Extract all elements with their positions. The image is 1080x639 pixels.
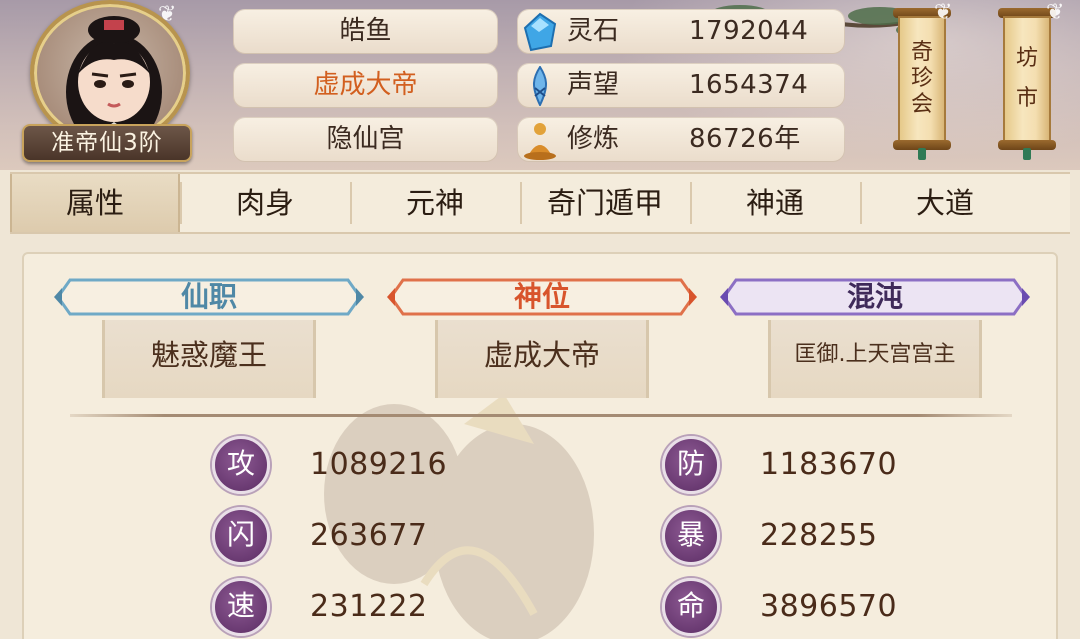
tassel-icon bbox=[1023, 148, 1031, 160]
scroll-char: 奇 bbox=[910, 40, 933, 65]
stat-defense-icon: 防 bbox=[662, 436, 720, 494]
scroll-char: 坊 bbox=[1015, 46, 1038, 71]
rank-value: 魅惑魔王 bbox=[102, 320, 316, 398]
tab-attributes[interactable]: 属性 bbox=[10, 174, 180, 232]
market-button[interactable]: 坊 市 bbox=[998, 8, 1056, 160]
player-name: 皓鱼 bbox=[233, 9, 498, 54]
rank-heading-label: 仙职 bbox=[180, 280, 237, 313]
attributes-panel: 仙职 魅惑魔王 神位 虚成大帝 混沌 匡御.上天宫宫主 攻 1089216 防 … bbox=[22, 252, 1058, 639]
cultivation-icon bbox=[524, 123, 556, 160]
cultivation-rank-badge: 准帝仙3阶 bbox=[22, 124, 192, 162]
stat-value: 1089216 bbox=[310, 447, 448, 482]
rank-card-divine-seat: 神位 虚成大帝 bbox=[387, 270, 697, 402]
rank-heading-label: 神位 bbox=[513, 280, 570, 313]
attribute-tab-bar: 属性 肉身 元神 奇门遁甲 神通 大道 bbox=[10, 172, 1070, 234]
spirit-stone-icon bbox=[523, 12, 557, 52]
market-label: 坊 市 bbox=[1003, 16, 1051, 142]
player-title: 虚成大帝 bbox=[233, 63, 498, 108]
resource-label: 修炼 bbox=[567, 124, 620, 154]
stat-value: 228255 bbox=[760, 518, 878, 553]
butterfly-icon: ❦ bbox=[934, 0, 953, 25]
scroll-char: 会 bbox=[910, 92, 933, 117]
resource-prestige: 声望 1654374 bbox=[517, 63, 845, 108]
rank-heading: 仙职 bbox=[54, 270, 364, 324]
stat-attack-icon: 攻 bbox=[212, 436, 270, 494]
resource-cultivation: 修炼 86726年 bbox=[517, 117, 845, 162]
rank-card-chaos: 混沌 匡御.上天宫宫主 bbox=[720, 270, 1030, 402]
rank-heading: 混沌 bbox=[720, 270, 1030, 324]
rank-heading: 神位 bbox=[387, 270, 697, 324]
stat-health-icon: 命 bbox=[662, 578, 720, 636]
rank-value: 匡御.上天宫宫主 bbox=[768, 320, 982, 398]
resource-list: 灵石 1792044 声望 1654374 修炼 86726年 bbox=[517, 9, 845, 170]
stat-critical-icon: 暴 bbox=[662, 507, 720, 565]
tab-divine-powers[interactable]: 神通 bbox=[690, 174, 860, 232]
resource-label: 声望 bbox=[567, 70, 620, 100]
resource-label: 灵石 bbox=[567, 16, 620, 46]
stat-value: 231222 bbox=[310, 589, 428, 624]
stat-value: 263677 bbox=[310, 518, 428, 553]
tab-body[interactable]: 肉身 bbox=[180, 174, 350, 232]
player-info: 皓鱼 虚成大帝 隐仙宫 bbox=[233, 9, 498, 170]
section-divider bbox=[70, 414, 1012, 417]
resource-value: 86726年 bbox=[689, 124, 801, 154]
player-sect: 隐仙宫 bbox=[233, 117, 498, 162]
rank-heading-label: 混沌 bbox=[846, 280, 903, 313]
scroll-char: 珍 bbox=[910, 66, 933, 91]
resource-value: 1654374 bbox=[689, 70, 809, 100]
stat-speed-icon: 速 bbox=[212, 578, 270, 636]
player-header: 准帝仙3阶 ❦ 皓鱼 虚成大帝 隐仙宫 灵石 1792044 声望 165437… bbox=[0, 0, 1080, 170]
prestige-icon bbox=[533, 66, 547, 106]
rank-card-immortal-post: 仙职 魅惑魔王 bbox=[54, 270, 364, 402]
stat-dodge-icon: 闪 bbox=[212, 507, 270, 565]
tab-soul[interactable]: 元神 bbox=[350, 174, 520, 232]
scroll-char: 市 bbox=[1015, 86, 1038, 111]
tab-qimen-dunjia[interactable]: 奇门遁甲 bbox=[520, 174, 690, 232]
stat-value: 1183670 bbox=[760, 447, 898, 482]
resource-spirit-stone: 灵石 1792044 bbox=[517, 9, 845, 54]
resource-value: 1792044 bbox=[689, 16, 809, 46]
butterfly-icon: ❦ bbox=[158, 2, 177, 27]
tab-great-dao[interactable]: 大道 bbox=[860, 174, 1030, 232]
butterfly-icon: ❦ bbox=[1046, 0, 1065, 25]
treasure-pavilion-label: 奇 珍 会 bbox=[898, 16, 946, 142]
tassel-icon bbox=[918, 148, 926, 160]
rank-value: 虚成大帝 bbox=[435, 320, 649, 398]
treasure-pavilion-button[interactable]: 奇 珍 会 bbox=[893, 8, 951, 160]
stat-value: 3896570 bbox=[760, 589, 898, 624]
